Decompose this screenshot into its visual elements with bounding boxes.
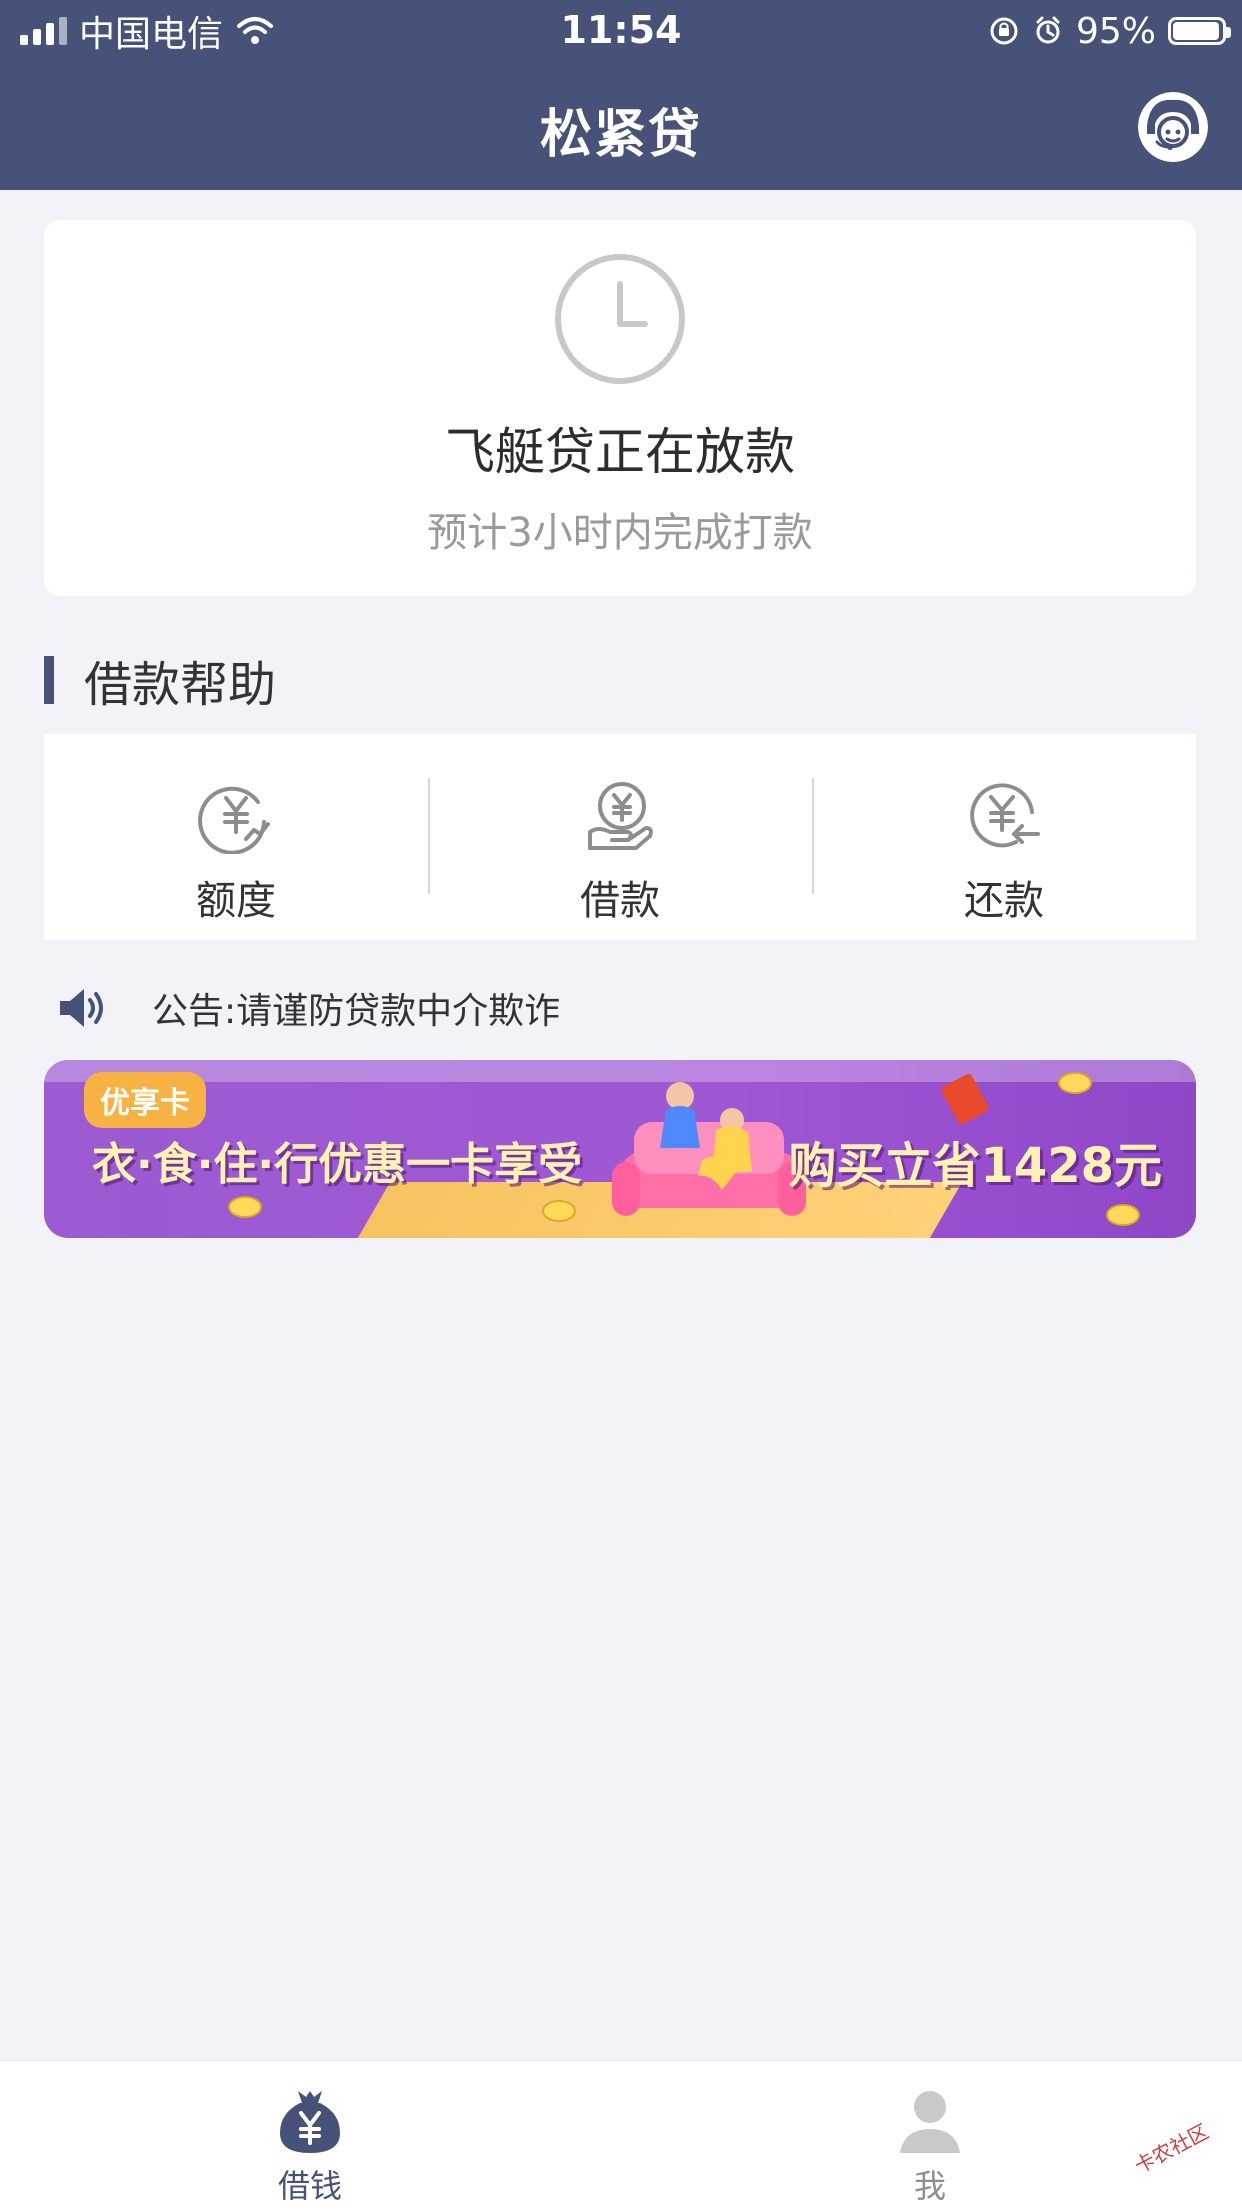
battery-fill <box>1173 22 1219 40</box>
tab-me[interactable]: 我 <box>780 2061 1080 2209</box>
help-item-label: 借款 <box>580 878 660 924</box>
loan-help-panel: 额度 借款 还款 <box>44 734 1196 940</box>
help-item-borrow[interactable]: 借款 <box>428 734 812 940</box>
clock-icon <box>555 254 685 384</box>
battery-label: 95% <box>1075 10 1156 52</box>
coin-icon <box>228 1196 262 1218</box>
credit-limit-icon <box>198 786 270 854</box>
banner-left-text: 衣·食·住·行优惠一卡享受 <box>92 1139 583 1190</box>
tab-borrow[interactable]: 借钱 <box>160 2061 460 2209</box>
loan-status-title: 飞艇贷正在放款 <box>445 423 795 481</box>
help-item-label: 还款 <box>964 878 1044 924</box>
banner-tag: 优享卡 <box>84 1072 206 1128</box>
bottom-tab-bar: 借钱 我 <box>0 2060 1242 2209</box>
help-item-label: 额度 <box>196 878 276 924</box>
tab-label: 借钱 <box>277 2167 342 2205</box>
status-bar-right: 95% <box>988 10 1231 52</box>
repay-icon <box>970 783 1040 848</box>
watermark-text: 卡农社区 <box>1130 2119 1212 2176</box>
profile-icon <box>900 2091 960 2153</box>
help-item-repay[interactable]: 还款 <box>812 734 1196 940</box>
page-title: 松紧贷 <box>539 105 702 165</box>
coin-icon <box>542 1200 576 1222</box>
coin-icon <box>1106 1204 1140 1226</box>
help-item-credit-limit[interactable]: 额度 <box>44 734 428 940</box>
battery-icon <box>1168 17 1231 45</box>
orientation-lock-icon <box>990 17 1018 45</box>
alarm-icon <box>1036 16 1060 44</box>
loan-status-card: 飞艇贷正在放款 预计3小时内完成打款 <box>44 220 1196 596</box>
coin-icon <box>1058 1072 1092 1094</box>
customer-service-avatar-icon[interactable] <box>1138 92 1208 162</box>
section-accent-bar <box>44 656 54 704</box>
top-bar: 中国电信 11:54 95% 松紧贷 <box>0 0 1242 190</box>
borrow-icon <box>588 782 653 850</box>
promo-banner[interactable]: 优享卡 衣·食·住·行优惠一卡享受 购买立省1428元 <box>44 1060 1196 1238</box>
announcement-text: 公告:请谨防贷款中介欺诈 <box>152 991 561 1032</box>
status-bar: 中国电信 11:54 95% <box>0 0 1242 62</box>
banner-right-text: 购买立省1428元 <box>788 1138 1162 1194</box>
loan-help-heading: 借款帮助 <box>44 652 276 713</box>
speaker-icon <box>60 989 103 1027</box>
announcement-bar[interactable]: 公告:请谨防贷款中介欺诈 <box>58 980 560 1036</box>
section-title: 借款帮助 <box>84 657 277 713</box>
loan-status-subtitle: 预计3小时内完成打款 <box>427 510 813 556</box>
tab-label: 我 <box>913 2167 946 2205</box>
watermark-logo: 卡农社区 <box>1130 2119 1212 2176</box>
money-bag-icon <box>280 2091 340 2153</box>
